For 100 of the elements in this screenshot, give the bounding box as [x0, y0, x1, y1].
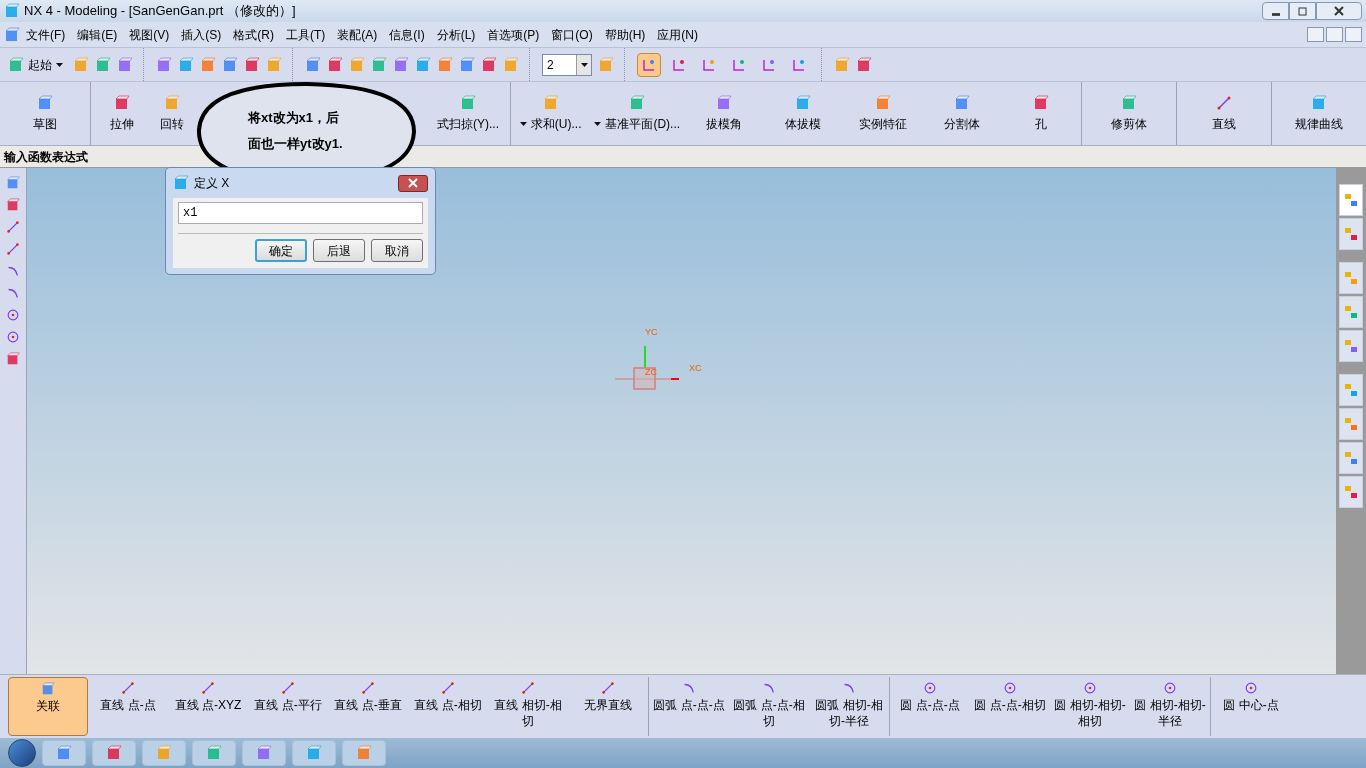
menu-item[interactable]: 窗口(O) [545, 25, 599, 44]
curve-tool-button[interactable]: 直线 相切-相切 [488, 677, 568, 736]
dialog-button[interactable]: 后退 [313, 239, 365, 262]
start-orb-icon[interactable] [8, 739, 36, 767]
feature-tool-button[interactable]: 实例特征 [842, 82, 923, 145]
line-icon [601, 681, 615, 695]
resource-tab[interactable] [1339, 442, 1363, 474]
dialog-button[interactable]: 取消 [371, 239, 423, 262]
feature-tool-button[interactable]: 回转 [150, 82, 194, 145]
resource-tab[interactable] [1339, 262, 1363, 294]
feature-icon [953, 94, 970, 111]
taskbar-button[interactable] [292, 740, 336, 766]
restore-button[interactable] [1326, 27, 1343, 42]
menu-item[interactable]: 信息(I) [383, 25, 431, 44]
resource-tab[interactable] [1339, 374, 1363, 406]
curve-tool-button[interactable]: 直线 点-平行 [248, 677, 328, 736]
resource-tab[interactable] [1339, 330, 1363, 362]
resource-tab[interactable] [1339, 184, 1363, 216]
menu-item[interactable]: 格式(R) [227, 25, 280, 44]
line-icon [521, 681, 535, 695]
resource-tab[interactable] [1339, 218, 1363, 250]
curve-tool-button[interactable]: 关联 [8, 677, 88, 736]
menu-item[interactable]: 工具(T) [280, 25, 332, 44]
feature-tool-button[interactable]: 分割体 [922, 82, 1002, 145]
feature-icon [37, 94, 53, 111]
panel-icon [1343, 450, 1359, 466]
start-button[interactable]: 起始 [4, 55, 67, 74]
close-button[interactable] [398, 174, 428, 192]
curve-tool-button[interactable]: 圆 中心-点 [1211, 677, 1291, 736]
curve-tool-button[interactable]: 直线 点-相切 [408, 677, 488, 736]
feature-tool-button[interactable]: 修剪体 [1082, 82, 1176, 145]
panel-icon [1343, 338, 1359, 354]
menu-item[interactable]: 编辑(E) [71, 25, 124, 44]
feature-tool-button[interactable]: 草图 [0, 82, 90, 145]
panel-icon [1343, 192, 1359, 208]
curve-tool-button[interactable]: 圆弧 相切-相切-半径 [809, 677, 889, 736]
curve-tool-button[interactable]: 直线 点-XYZ [168, 677, 248, 736]
feature-tool-button[interactable]: 体拔模 [763, 82, 843, 145]
feature-tool-button[interactable]: 拔模角 [684, 82, 764, 145]
curve-tool-button[interactable]: 直线 点-垂直 [328, 677, 408, 736]
taskbar-button[interactable] [342, 740, 386, 766]
circle-icon [1003, 681, 1017, 695]
feature-tool-button[interactable]: 规律曲线 [1272, 82, 1366, 145]
menu-item[interactable]: 首选项(P) [481, 25, 546, 44]
arc-icon [6, 286, 20, 300]
taskbar-button[interactable] [242, 740, 286, 766]
taskbar-button[interactable] [142, 740, 186, 766]
circle-icon [6, 308, 20, 322]
caret-icon [519, 121, 527, 126]
snap-tool-button[interactable] [637, 52, 661, 77]
menu-item[interactable]: 文件(F) [20, 25, 72, 44]
menu-item[interactable]: 应用(N) [651, 25, 704, 44]
menu-item[interactable]: 视图(V) [123, 25, 176, 44]
curve-tool-button[interactable]: 圆 点-点-相切 [970, 677, 1050, 736]
menu-item[interactable]: 分析(L) [430, 25, 482, 44]
circle-icon [6, 330, 20, 344]
minimize-icon [1271, 12, 1280, 16]
restore-icon [1297, 6, 1308, 16]
panel-icon [1343, 304, 1359, 320]
curve-tool-button[interactable]: 圆 相切-相切-相切 [1050, 677, 1130, 736]
feature-icon [715, 94, 732, 111]
resource-tab[interactable] [1339, 476, 1363, 508]
feature-tool-button[interactable]: 基准平面(D)... [590, 82, 685, 145]
taskbar-button[interactable] [42, 740, 86, 766]
curve-tool-button[interactable]: 无界直线 [568, 677, 648, 736]
menu-item[interactable]: 装配(A) [331, 25, 384, 44]
arc-icon [6, 264, 20, 278]
arc-icon [762, 681, 776, 695]
arc-icon [682, 681, 696, 695]
prompt-text: 输入函数表达式 [4, 148, 88, 166]
line-icon [361, 681, 375, 695]
menu-item[interactable]: 插入(S) [175, 25, 228, 44]
curve-tool-button[interactable]: 圆 点-点-点 [890, 677, 970, 736]
feature-tool-button[interactable]: 孔 [1001, 82, 1081, 145]
menu-item[interactable]: 帮助(H) [598, 25, 652, 44]
resource-tab[interactable] [1339, 408, 1363, 440]
curve-tool-button[interactable]: 圆弧 点-点-相切 [729, 677, 809, 736]
feature-tool-button[interactable]: 求和(U)... [511, 82, 591, 145]
feature-icon [114, 94, 130, 111]
line-icon [201, 681, 215, 695]
curve-tool-button[interactable]: 圆弧 点-点-点 [649, 677, 729, 736]
curve-tool-button[interactable]: 圆 相切-相切-半径 [1130, 677, 1210, 736]
panel-icon [1343, 382, 1359, 398]
feature-tool-button[interactable]: 拉伸 [94, 82, 150, 145]
window-title: NX 4 - Modeling - [SanGenGan.prt （修改的）] [24, 2, 296, 21]
taskbar-button[interactable] [192, 740, 236, 766]
resource-tab[interactable] [1339, 296, 1363, 328]
taskbar-button[interactable] [92, 740, 136, 766]
cube-icon [481, 56, 497, 73]
dialog-button[interactable]: 确定 [255, 239, 307, 262]
close-button[interactable] [1316, 2, 1362, 20]
feature-tool-button[interactable]: 式扫掠(Y)... [426, 82, 510, 145]
minimize-button[interactable] [1262, 2, 1289, 20]
caret-icon [56, 62, 63, 67]
curve-tool-button[interactable]: 直线 点-点 [88, 677, 168, 736]
layer-select[interactable]: 2 [542, 53, 592, 76]
circle-icon [923, 681, 937, 695]
feature-icon [795, 94, 812, 111]
input-field[interactable]: x1 [178, 202, 423, 224]
feature-tool-button[interactable]: 直线 [1177, 82, 1271, 145]
